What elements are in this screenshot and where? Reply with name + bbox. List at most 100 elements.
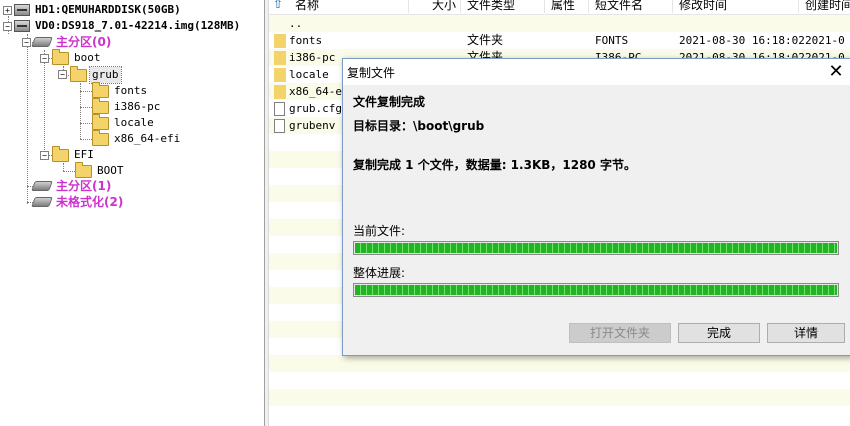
hard-disk-icon <box>14 4 30 16</box>
copy-summary: 复制完成 1 个文件，数据量: 1.3KB，1280 字节。 <box>353 158 636 172</box>
collapse-toggle[interactable]: − <box>58 70 67 79</box>
tree-connector <box>63 163 64 171</box>
file-icon <box>274 118 285 133</box>
tree-item-boot-dir[interactable]: BOOT <box>75 161 126 179</box>
tree-connector <box>44 50 45 156</box>
dialog-title: 复制文件 <box>347 66 396 80</box>
progress-fill <box>355 285 837 295</box>
tree-label: 主分区(0) <box>56 35 112 49</box>
file-list-header: ⇧ 名称 大小 文件类型 属性 短文件名 修改时间 创建时间 <box>269 0 850 15</box>
tree-connector <box>80 107 92 108</box>
folder-icon <box>92 97 109 114</box>
current-file-progress <box>353 241 839 255</box>
folder-icon <box>52 48 69 65</box>
target-directory: 目标目录：\boot\grub <box>353 119 485 133</box>
folder-icon <box>274 50 286 65</box>
expand-toggle[interactable]: + <box>3 6 12 15</box>
tree-connector <box>27 34 28 204</box>
tree-label: 未格式化(2) <box>56 195 124 209</box>
collapse-toggle[interactable]: − <box>22 38 31 47</box>
column-header-ctime[interactable]: 创建时间 <box>799 0 850 13</box>
overall-progress-label: 整体进展: <box>353 266 406 280</box>
folder-icon <box>52 145 69 162</box>
folder-icon <box>274 84 286 99</box>
virtual-disk-icon <box>14 20 30 32</box>
tree-label: boot <box>74 51 101 64</box>
open-folder-button[interactable]: 打开文件夹 <box>569 323 671 343</box>
tree-label: fonts <box>114 84 148 97</box>
done-button[interactable]: 完成 <box>678 323 760 343</box>
dialog-title-bar[interactable]: 复制文件 ✕ <box>343 59 850 85</box>
file-ctime: 2021-0 <box>805 34 845 47</box>
column-header-size[interactable]: 大小 <box>409 0 461 13</box>
file-icon <box>274 101 285 116</box>
tree-item-locale[interactable]: locale <box>92 113 156 131</box>
overall-progress <box>353 283 839 297</box>
column-header-name[interactable]: 名称 <box>289 0 409 13</box>
folder-icon <box>92 113 109 130</box>
folder-icon <box>274 33 286 48</box>
copy-file-dialog: 复制文件 ✕ 文件复制完成 目标目录：\boot\grub 复制完成 1 个文件… <box>342 58 850 356</box>
collapse-toggle[interactable]: − <box>40 54 49 63</box>
folder-icon <box>75 161 92 178</box>
collapse-toggle[interactable]: − <box>40 151 49 160</box>
file-name: fonts <box>289 34 323 47</box>
file-name: grub.cfg <box>289 102 342 115</box>
tree-item-vd0[interactable]: VD0:DS918_7.01-42214.img(128MB) <box>14 18 242 34</box>
tree-label: EFI <box>74 148 94 161</box>
tree-label: HD1:QEMUHARDDISK(50GB) <box>35 3 181 16</box>
file-name: i386-pc <box>289 51 336 64</box>
tree-label: x86_64-efi <box>114 132 181 145</box>
partition-tree[interactable]: + − − − − − HD1:QEMUHARDDISK(50GB) VD0:D… <box>0 0 264 426</box>
folder-icon <box>274 67 286 82</box>
details-button[interactable]: 详情 <box>767 323 845 343</box>
file-mtime: 2021-08-30 16:18:02 <box>679 34 805 47</box>
table-row-empty <box>269 372 850 389</box>
partition-icon <box>31 181 53 191</box>
file-name: locale <box>289 68 329 81</box>
collapse-toggle[interactable]: − <box>3 22 12 31</box>
column-header-type[interactable]: 文件类型 <box>461 0 545 13</box>
column-header-mtime[interactable]: 修改时间 <box>673 0 799 13</box>
tree-label: grub <box>89 66 122 84</box>
tree-item-partition-1[interactable]: 主分区(1) <box>31 178 113 194</box>
file-type: 文件夹 <box>467 33 504 47</box>
tree-connector <box>80 139 92 140</box>
close-icon[interactable]: ✕ <box>825 61 847 83</box>
tree-connector <box>80 123 92 124</box>
dialog-heading: 文件复制完成 <box>353 95 426 109</box>
up-arrow-icon[interactable]: ⇧ <box>271 0 285 11</box>
progress-fill <box>355 243 837 253</box>
tree-item-fonts[interactable]: fonts <box>92 81 149 99</box>
file-shortname: FONTS <box>595 34 629 47</box>
tree-item-hd1[interactable]: HD1:QEMUHARDDISK(50GB) <box>14 2 183 18</box>
current-file-label: 当前文件: <box>353 224 406 238</box>
tree-item-i386-pc[interactable]: i386-pc <box>92 97 162 115</box>
table-row[interactable]: fonts 文件夹 FONTS 2021-08-30 16:18:02 2021… <box>269 32 850 49</box>
tree-item-grub[interactable]: grub <box>70 65 122 84</box>
tree-item-x86-64-efi[interactable]: x86_64-efi <box>92 129 182 147</box>
folder-icon <box>92 81 109 98</box>
tree-connector <box>63 171 75 172</box>
folder-icon <box>92 129 109 146</box>
parent-folder-icon <box>274 17 286 31</box>
folder-open-icon <box>70 65 87 82</box>
table-row-empty <box>269 355 850 372</box>
partition-icon <box>31 197 53 207</box>
tree-item-boot[interactable]: boot <box>52 48 103 66</box>
list-item-parent[interactable]: .. <box>269 15 850 32</box>
tree-label: VD0:DS918_7.01-42214.img(128MB) <box>35 19 241 32</box>
file-name: .. <box>289 17 303 30</box>
tree-label: locale <box>114 116 154 129</box>
tree-item-efi[interactable]: EFI <box>52 145 96 163</box>
table-row-empty <box>269 406 850 423</box>
table-row-empty <box>269 389 850 406</box>
tree-label: 主分区(1) <box>56 179 112 193</box>
column-header-shortname[interactable]: 短文件名 <box>589 0 673 13</box>
file-name: grubenv <box>289 119 336 132</box>
tree-label: i386-pc <box>114 100 161 113</box>
tree-item-unformatted-2[interactable]: 未格式化(2) <box>31 194 125 210</box>
tree-item-partition-0[interactable]: 主分区(0) <box>31 34 113 50</box>
tree-connector <box>80 91 92 92</box>
column-header-attr[interactable]: 属性 <box>545 0 589 13</box>
